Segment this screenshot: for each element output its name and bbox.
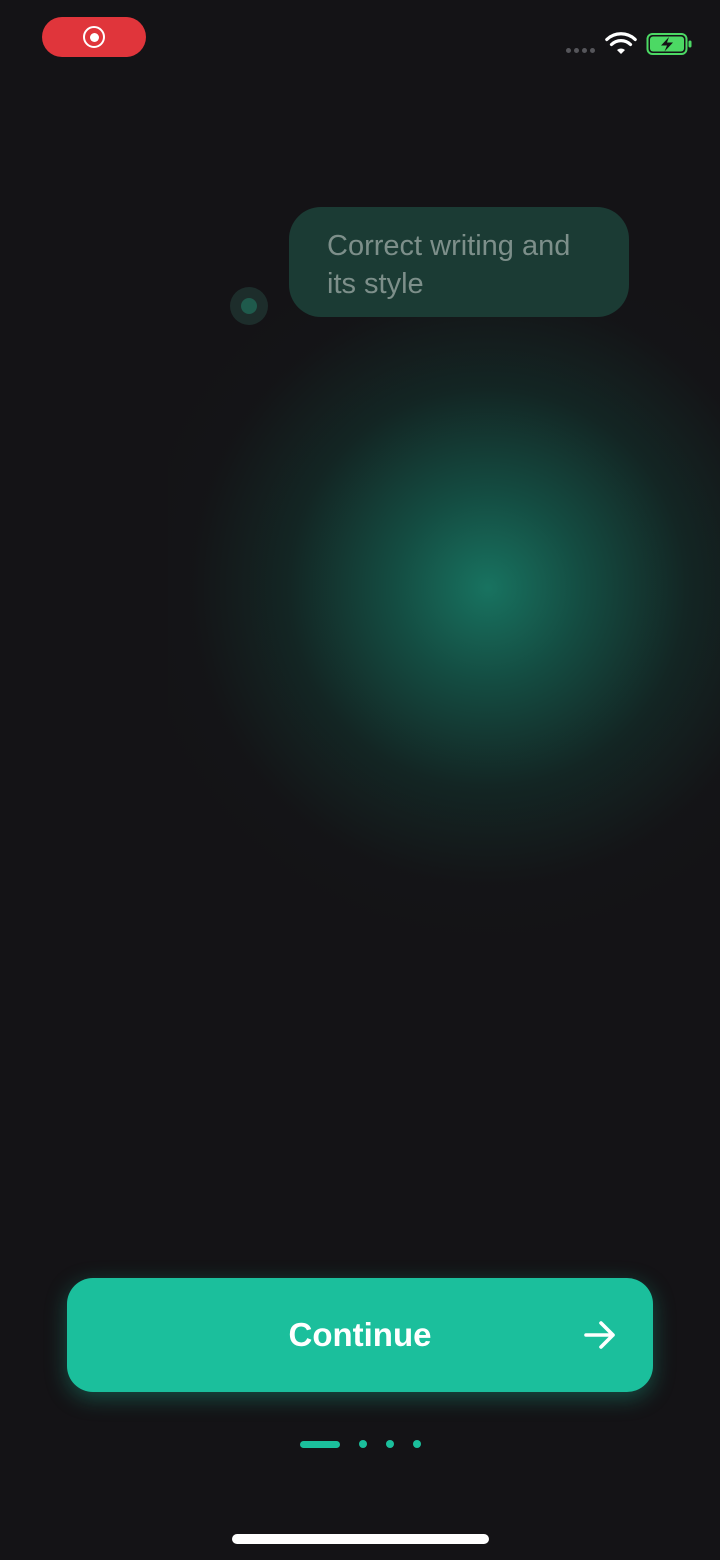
cellular-signal-dots-icon	[566, 48, 595, 53]
continue-button[interactable]: Continue	[67, 1278, 653, 1392]
onboarding-screen: Correct writing and its style Continue	[0, 0, 720, 1560]
feature-illustration-glow	[168, 300, 720, 940]
feature-chat-bubble: Correct writing and its style	[289, 207, 629, 317]
page-indicator-dot[interactable]	[386, 1440, 394, 1448]
arrow-right-icon	[584, 1321, 615, 1349]
battery-charging-icon	[646, 33, 692, 55]
page-indicator-active[interactable]	[300, 1440, 340, 1448]
wifi-icon	[605, 32, 637, 54]
bubble-text-line-2: its style	[327, 268, 424, 300]
page-indicator	[300, 1440, 421, 1448]
page-indicator-dot[interactable]	[359, 1440, 367, 1448]
home-indicator[interactable]	[232, 1534, 489, 1544]
record-icon	[83, 26, 105, 48]
bubble-text-line-1: Correct writing and	[327, 230, 571, 262]
bubble-avatar-dot	[230, 287, 268, 325]
page-indicator-dot[interactable]	[413, 1440, 421, 1448]
continue-button-label: Continue	[288, 1316, 432, 1353]
screen-recording-indicator[interactable]	[42, 17, 146, 57]
